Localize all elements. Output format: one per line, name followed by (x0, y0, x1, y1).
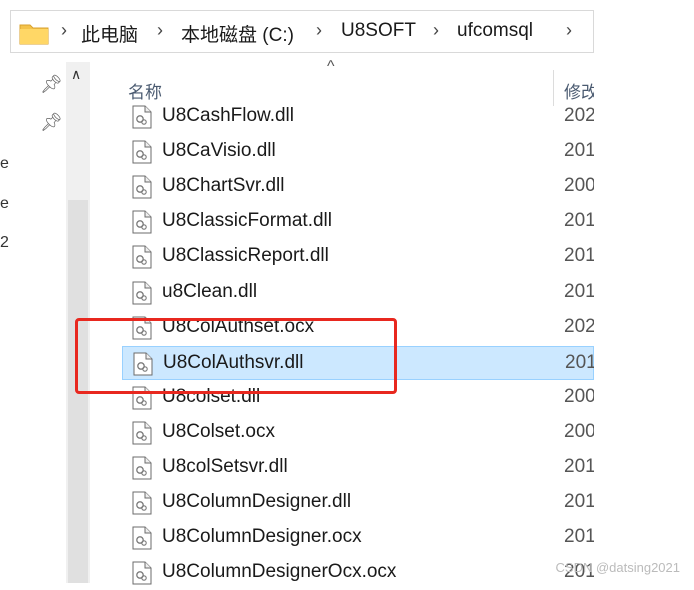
chevron-right-icon[interactable]: › (61, 20, 67, 41)
file-row[interactable]: U8CashFlow.dll 202 (122, 100, 594, 134)
dll-file-icon (132, 175, 152, 199)
dll-file-icon (132, 105, 152, 129)
file-modified-date: 202 (564, 315, 594, 337)
dll-file-icon (132, 140, 152, 164)
file-name: U8ChartSvr.dll (162, 175, 285, 197)
dll-file-icon (132, 421, 152, 445)
file-name: U8colSetsvr.dll (162, 456, 288, 477)
file-modified-date: 200 (564, 385, 594, 407)
file-modified-date: 201 (564, 280, 594, 302)
pin-icon[interactable]: 📌︎ (40, 112, 63, 133)
chevron-right-icon[interactable]: › (157, 20, 163, 41)
dll-file-icon (132, 281, 152, 304)
nav-item-fragment[interactable]: e (0, 195, 9, 213)
chevron-right-icon[interactable]: › (316, 20, 322, 41)
dll-file-icon (132, 210, 152, 234)
file-name: U8CashFlow.dll (162, 105, 294, 126)
file-modified-date: 200 (564, 175, 594, 197)
watermark: CSDN @datsing2021 (555, 560, 680, 575)
nav-item-fragment[interactable]: 2 (0, 234, 9, 252)
file-modified-date: 201 (564, 245, 594, 267)
nav-item-fragment[interactable]: e (0, 155, 9, 173)
file-name: U8ColumnDesigner.dll (162, 491, 352, 513)
breadcrumb-ufcomsql[interactable]: ufcomsql (457, 20, 533, 42)
file-row[interactable]: U8ChartSvr.dll 200 (122, 170, 594, 204)
file-modified-date: 202 (564, 105, 594, 126)
right-margin (594, 0, 694, 583)
dll-file-icon (132, 245, 152, 269)
chevron-right-icon[interactable]: › (566, 20, 572, 41)
file-name: U8ClassicReport.dll (162, 245, 329, 267)
file-name: U8ColumnDesigner.ocx (162, 526, 362, 548)
breadcrumb-this-pc[interactable]: 此电脑 (81, 20, 138, 47)
file-modified-date: 201 (564, 210, 594, 232)
file-name: u8Clean.dll (162, 280, 258, 302)
file-row[interactable]: U8ColumnDesigner.ocx 201 (122, 521, 594, 555)
file-modified-date: 201 (564, 140, 594, 162)
dll-file-icon (132, 561, 152, 585)
file-name: U8ColumnDesignerOcx.ocx (162, 561, 397, 583)
file-modified-date: 201 (564, 526, 594, 548)
chevron-right-icon[interactable]: › (433, 20, 439, 41)
file-modified-date: 201 (564, 456, 594, 477)
file-row[interactable]: U8colSetsvr.dll 201 (122, 451, 594, 485)
file-row[interactable]: U8Colset.ocx 200 (122, 416, 594, 450)
file-row[interactable]: U8ClassicFormat.dll 201 (122, 205, 594, 239)
file-name: U8ClassicFormat.dll (162, 210, 332, 232)
dll-file-icon (132, 456, 152, 480)
dll-file-icon (132, 526, 152, 550)
dll-file-icon (132, 491, 152, 515)
pin-icon[interactable]: 📌︎ (40, 74, 63, 95)
breadcrumb-u8soft[interactable]: U8SOFT (341, 20, 416, 42)
file-row[interactable]: U8ColumnDesignerOcx.ocx 201 (122, 556, 594, 590)
file-row[interactable]: u8Clean.dll 201 (122, 276, 594, 310)
sort-ascending-icon: ^ (327, 58, 335, 75)
highlight-annotation-box (75, 318, 397, 394)
folder-icon (19, 24, 49, 45)
file-modified-date: 200 (564, 420, 594, 442)
scroll-up-icon[interactable]: ∧ (71, 66, 81, 83)
address-bar[interactable]: › 此电脑 › 本地磁盘 (C:) › U8SOFT › ufcomsql › (10, 10, 594, 53)
file-row[interactable]: U8ClassicReport.dll 201 (122, 240, 594, 274)
file-name: U8Colset.ocx (162, 420, 275, 442)
file-modified-date: 201 (564, 491, 594, 513)
breadcrumb-local-disk[interactable]: 本地磁盘 (C:) (181, 20, 294, 47)
file-row[interactable]: U8ColumnDesigner.dll 201 (122, 486, 594, 520)
file-row[interactable]: U8CaVisio.dll 201 (122, 135, 594, 169)
file-modified-date: 201 (565, 351, 595, 373)
file-name: U8CaVisio.dll (162, 140, 276, 162)
